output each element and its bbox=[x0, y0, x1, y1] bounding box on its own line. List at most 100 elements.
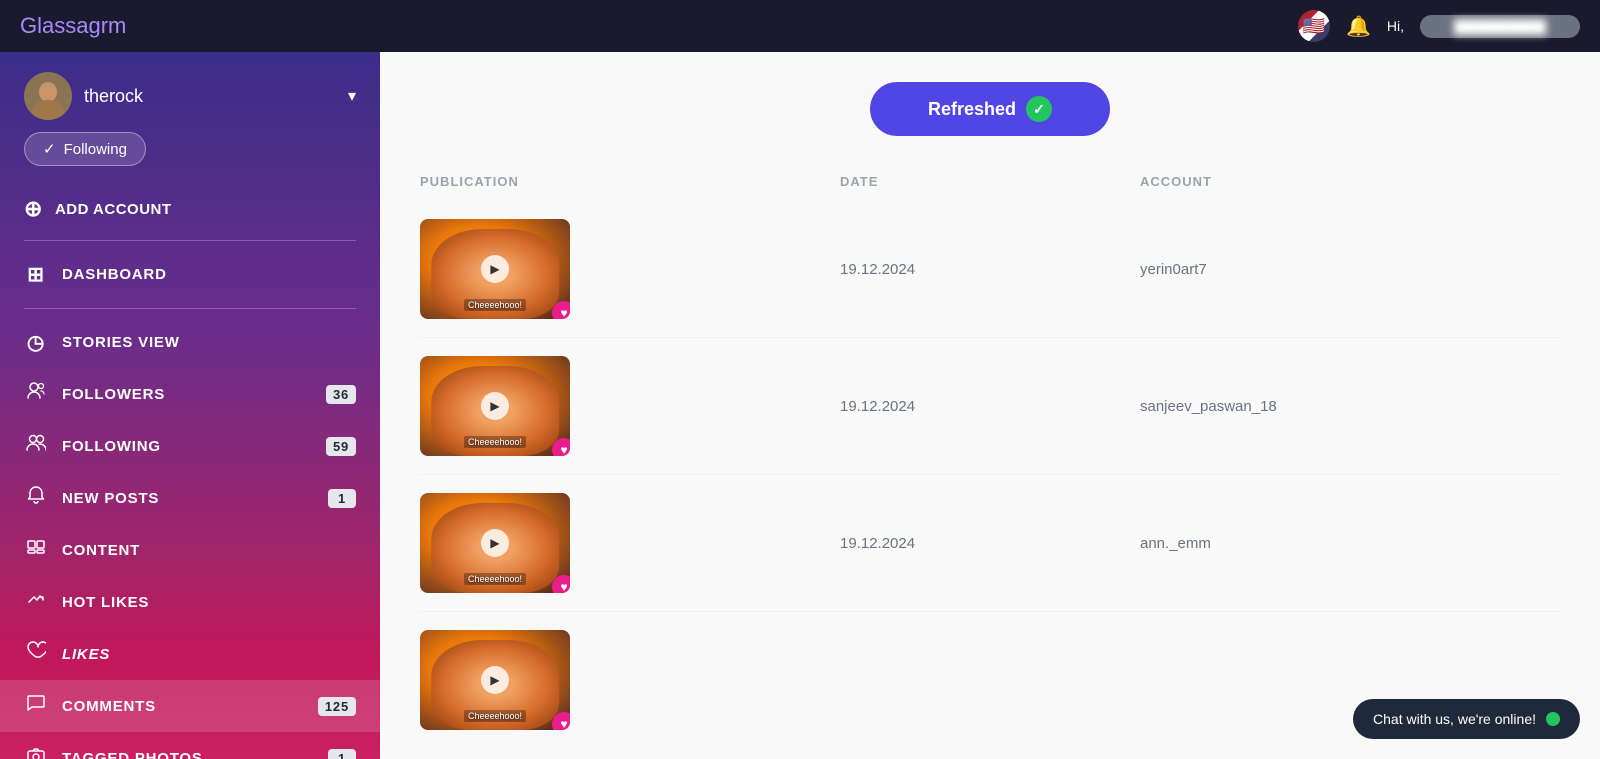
following-check-icon: ✓ bbox=[43, 140, 56, 158]
clock-icon: ◷ bbox=[24, 330, 48, 355]
sidebar: therock ▾ ✓ Following ⊕ ADD ACCOUNT ⊞ DA… bbox=[0, 52, 380, 759]
thumb-label: Cheeeehooo! bbox=[464, 573, 526, 585]
publication-cell: ▶ Cheeeehooo! ♥ bbox=[420, 493, 840, 593]
following-label: Following bbox=[64, 141, 127, 158]
main-layout: therock ▾ ✓ Following ⊕ ADD ACCOUNT ⊞ DA… bbox=[0, 52, 1600, 759]
plus-circle-icon: ⊕ bbox=[24, 196, 43, 222]
dashboard-icon: ⊞ bbox=[24, 262, 48, 287]
refreshed-label: Refreshed bbox=[928, 99, 1016, 120]
sidebar-item-content[interactable]: CONTENT bbox=[0, 524, 380, 576]
new-posts-badge: 1 bbox=[328, 489, 356, 508]
sidebar-divider-2 bbox=[24, 308, 356, 309]
heart-badge-icon: ♥ bbox=[552, 438, 570, 456]
publication-cell: ▶ Cheeeehooo! ♥ bbox=[420, 630, 840, 730]
logo-bold: Glassa bbox=[20, 13, 88, 38]
play-icon: ▶ bbox=[481, 529, 509, 557]
sidebar-item-comments[interactable]: COMMENTS 125 bbox=[0, 680, 380, 732]
table-header: PUBLICATION DATE ACCOUNT bbox=[420, 166, 1560, 201]
sidebar-item-label: TAGGED PHOTOS bbox=[62, 750, 314, 759]
heart-badge-icon: ♥ bbox=[552, 575, 570, 593]
sidebar-item-stories-view[interactable]: ◷ STORIES VIEW bbox=[0, 317, 380, 368]
table-row: ▶ Cheeeehooo! ♥ 19.12.2024 yerin0art7 bbox=[420, 201, 1560, 338]
thumb-label: Cheeeehooo! bbox=[464, 299, 526, 311]
table-row: ▶ Cheeeehooo! ♥ 19.12.2024 sanjeev_paswa… bbox=[420, 338, 1560, 475]
online-indicator bbox=[1546, 712, 1560, 726]
add-account-label: ADD ACCOUNT bbox=[55, 201, 172, 218]
thumb-label: Cheeeehooo! bbox=[464, 710, 526, 722]
comments-badge: 125 bbox=[318, 697, 356, 716]
avatar bbox=[24, 72, 72, 120]
heart-badge-icon: ♥ bbox=[552, 301, 570, 319]
refreshed-button[interactable]: Refreshed ✓ bbox=[870, 82, 1110, 136]
camera-icon bbox=[24, 745, 48, 759]
greeting-text: Hi, bbox=[1387, 18, 1404, 34]
sidebar-item-label: CONTENT bbox=[62, 542, 356, 559]
header-date: DATE bbox=[840, 174, 1140, 189]
sidebar-item-hot-likes[interactable]: HOT LIKES bbox=[0, 576, 380, 628]
header-publication: PUBLICATION bbox=[420, 174, 840, 189]
date-cell: 19.12.2024 bbox=[840, 261, 1140, 278]
date-cell: 19.12.2024 bbox=[840, 398, 1140, 415]
chevron-down-icon[interactable]: ▾ bbox=[348, 86, 356, 106]
date-cell: 19.12.2024 bbox=[840, 535, 1140, 552]
chat-label: Chat with us, we're online! bbox=[1373, 711, 1536, 727]
play-icon: ▶ bbox=[481, 255, 509, 283]
chat-widget[interactable]: Chat with us, we're online! bbox=[1353, 699, 1580, 739]
sidebar-item-new-posts[interactable]: NEW POSTS 1 bbox=[0, 472, 380, 524]
sidebar-item-label: FOLLOWING bbox=[62, 438, 312, 455]
sidebar-item-followers[interactable]: FOLLOWERS 36 bbox=[0, 368, 380, 420]
sidebar-item-likes[interactable]: LIKES bbox=[0, 628, 380, 680]
sidebar-item-label: DASHBOARD bbox=[62, 266, 356, 283]
thumbnail-4[interactable]: ▶ Cheeeehooo! ♥ bbox=[420, 630, 570, 730]
tagged-photos-badge: 1 bbox=[328, 749, 356, 759]
check-circle-icon: ✓ bbox=[1026, 96, 1052, 122]
main-content: Refreshed ✓ PUBLICATION DATE ACCOUNT ▶ C… bbox=[380, 52, 1600, 759]
hot-likes-icon bbox=[24, 589, 48, 615]
account-cell[interactable]: sanjeev_paswan_18 bbox=[1140, 398, 1560, 415]
following-button[interactable]: ✓ Following bbox=[24, 132, 146, 166]
thumbnail-2[interactable]: ▶ Cheeeehooo! ♥ bbox=[420, 356, 570, 456]
account-cell[interactable]: yerin0art7 bbox=[1140, 261, 1560, 278]
play-icon: ▶ bbox=[481, 666, 509, 694]
followers-icon bbox=[24, 381, 48, 407]
account-cell[interactable]: ann._emm bbox=[1140, 535, 1560, 552]
publication-cell: ▶ Cheeeehooo! ♥ bbox=[420, 356, 840, 456]
sidebar-item-tagged-photos[interactable]: TAGGED PHOTOS 1 bbox=[0, 732, 380, 759]
logo-light: grm bbox=[88, 13, 126, 38]
sidebar-item-dashboard[interactable]: ⊞ DASHBOARD bbox=[0, 249, 380, 300]
add-account-button[interactable]: ⊕ ADD ACCOUNT bbox=[0, 186, 380, 232]
account-name-text: therock bbox=[84, 86, 336, 107]
sidebar-item-label: FOLLOWERS bbox=[62, 386, 312, 403]
notifications-bell-icon[interactable]: 🔔 bbox=[1346, 14, 1371, 39]
thumbnail-3[interactable]: ▶ Cheeeehooo! ♥ bbox=[420, 493, 570, 593]
user-name-text: ██████████ bbox=[1454, 19, 1546, 34]
topnav-right: 🇺🇸 🔔 Hi, ██████████ bbox=[1298, 10, 1580, 42]
thumb-label: Cheeeehooo! bbox=[464, 436, 526, 448]
top-navigation: Glassagrm 🇺🇸 🔔 Hi, ██████████ bbox=[0, 0, 1600, 52]
content-icon bbox=[24, 537, 48, 563]
table-row: ▶ Cheeeehooo! ♥ 19.12.2024 ann._emm bbox=[420, 475, 1560, 612]
sidebar-divider bbox=[24, 240, 356, 241]
followers-badge: 36 bbox=[326, 385, 356, 404]
heart-icon bbox=[24, 641, 48, 667]
following-icon bbox=[24, 433, 48, 459]
sidebar-item-label: LIKES bbox=[62, 646, 356, 663]
comments-icon bbox=[24, 693, 48, 719]
language-flag[interactable]: 🇺🇸 bbox=[1298, 10, 1330, 42]
app-logo: Glassagrm bbox=[20, 13, 126, 39]
refreshed-bar: Refreshed ✓ bbox=[420, 82, 1560, 136]
publication-cell: ▶ Cheeeehooo! ♥ bbox=[420, 219, 840, 319]
play-icon: ▶ bbox=[481, 392, 509, 420]
user-name-pill[interactable]: ██████████ bbox=[1420, 15, 1580, 38]
sidebar-item-label: HOT LIKES bbox=[62, 594, 356, 611]
account-section: therock ▾ bbox=[0, 52, 380, 132]
header-account: ACCOUNT bbox=[1140, 174, 1560, 189]
thumbnail-1[interactable]: ▶ Cheeeehooo! ♥ bbox=[420, 219, 570, 319]
following-badge: 59 bbox=[326, 437, 356, 456]
bell-icon bbox=[24, 485, 48, 511]
sidebar-item-label: STORIES VIEW bbox=[62, 334, 356, 351]
sidebar-item-label: COMMENTS bbox=[62, 698, 304, 715]
sidebar-item-label: NEW POSTS bbox=[62, 490, 314, 507]
heart-badge-icon: ♥ bbox=[552, 712, 570, 730]
sidebar-item-following[interactable]: FOLLOWING 59 bbox=[0, 420, 380, 472]
